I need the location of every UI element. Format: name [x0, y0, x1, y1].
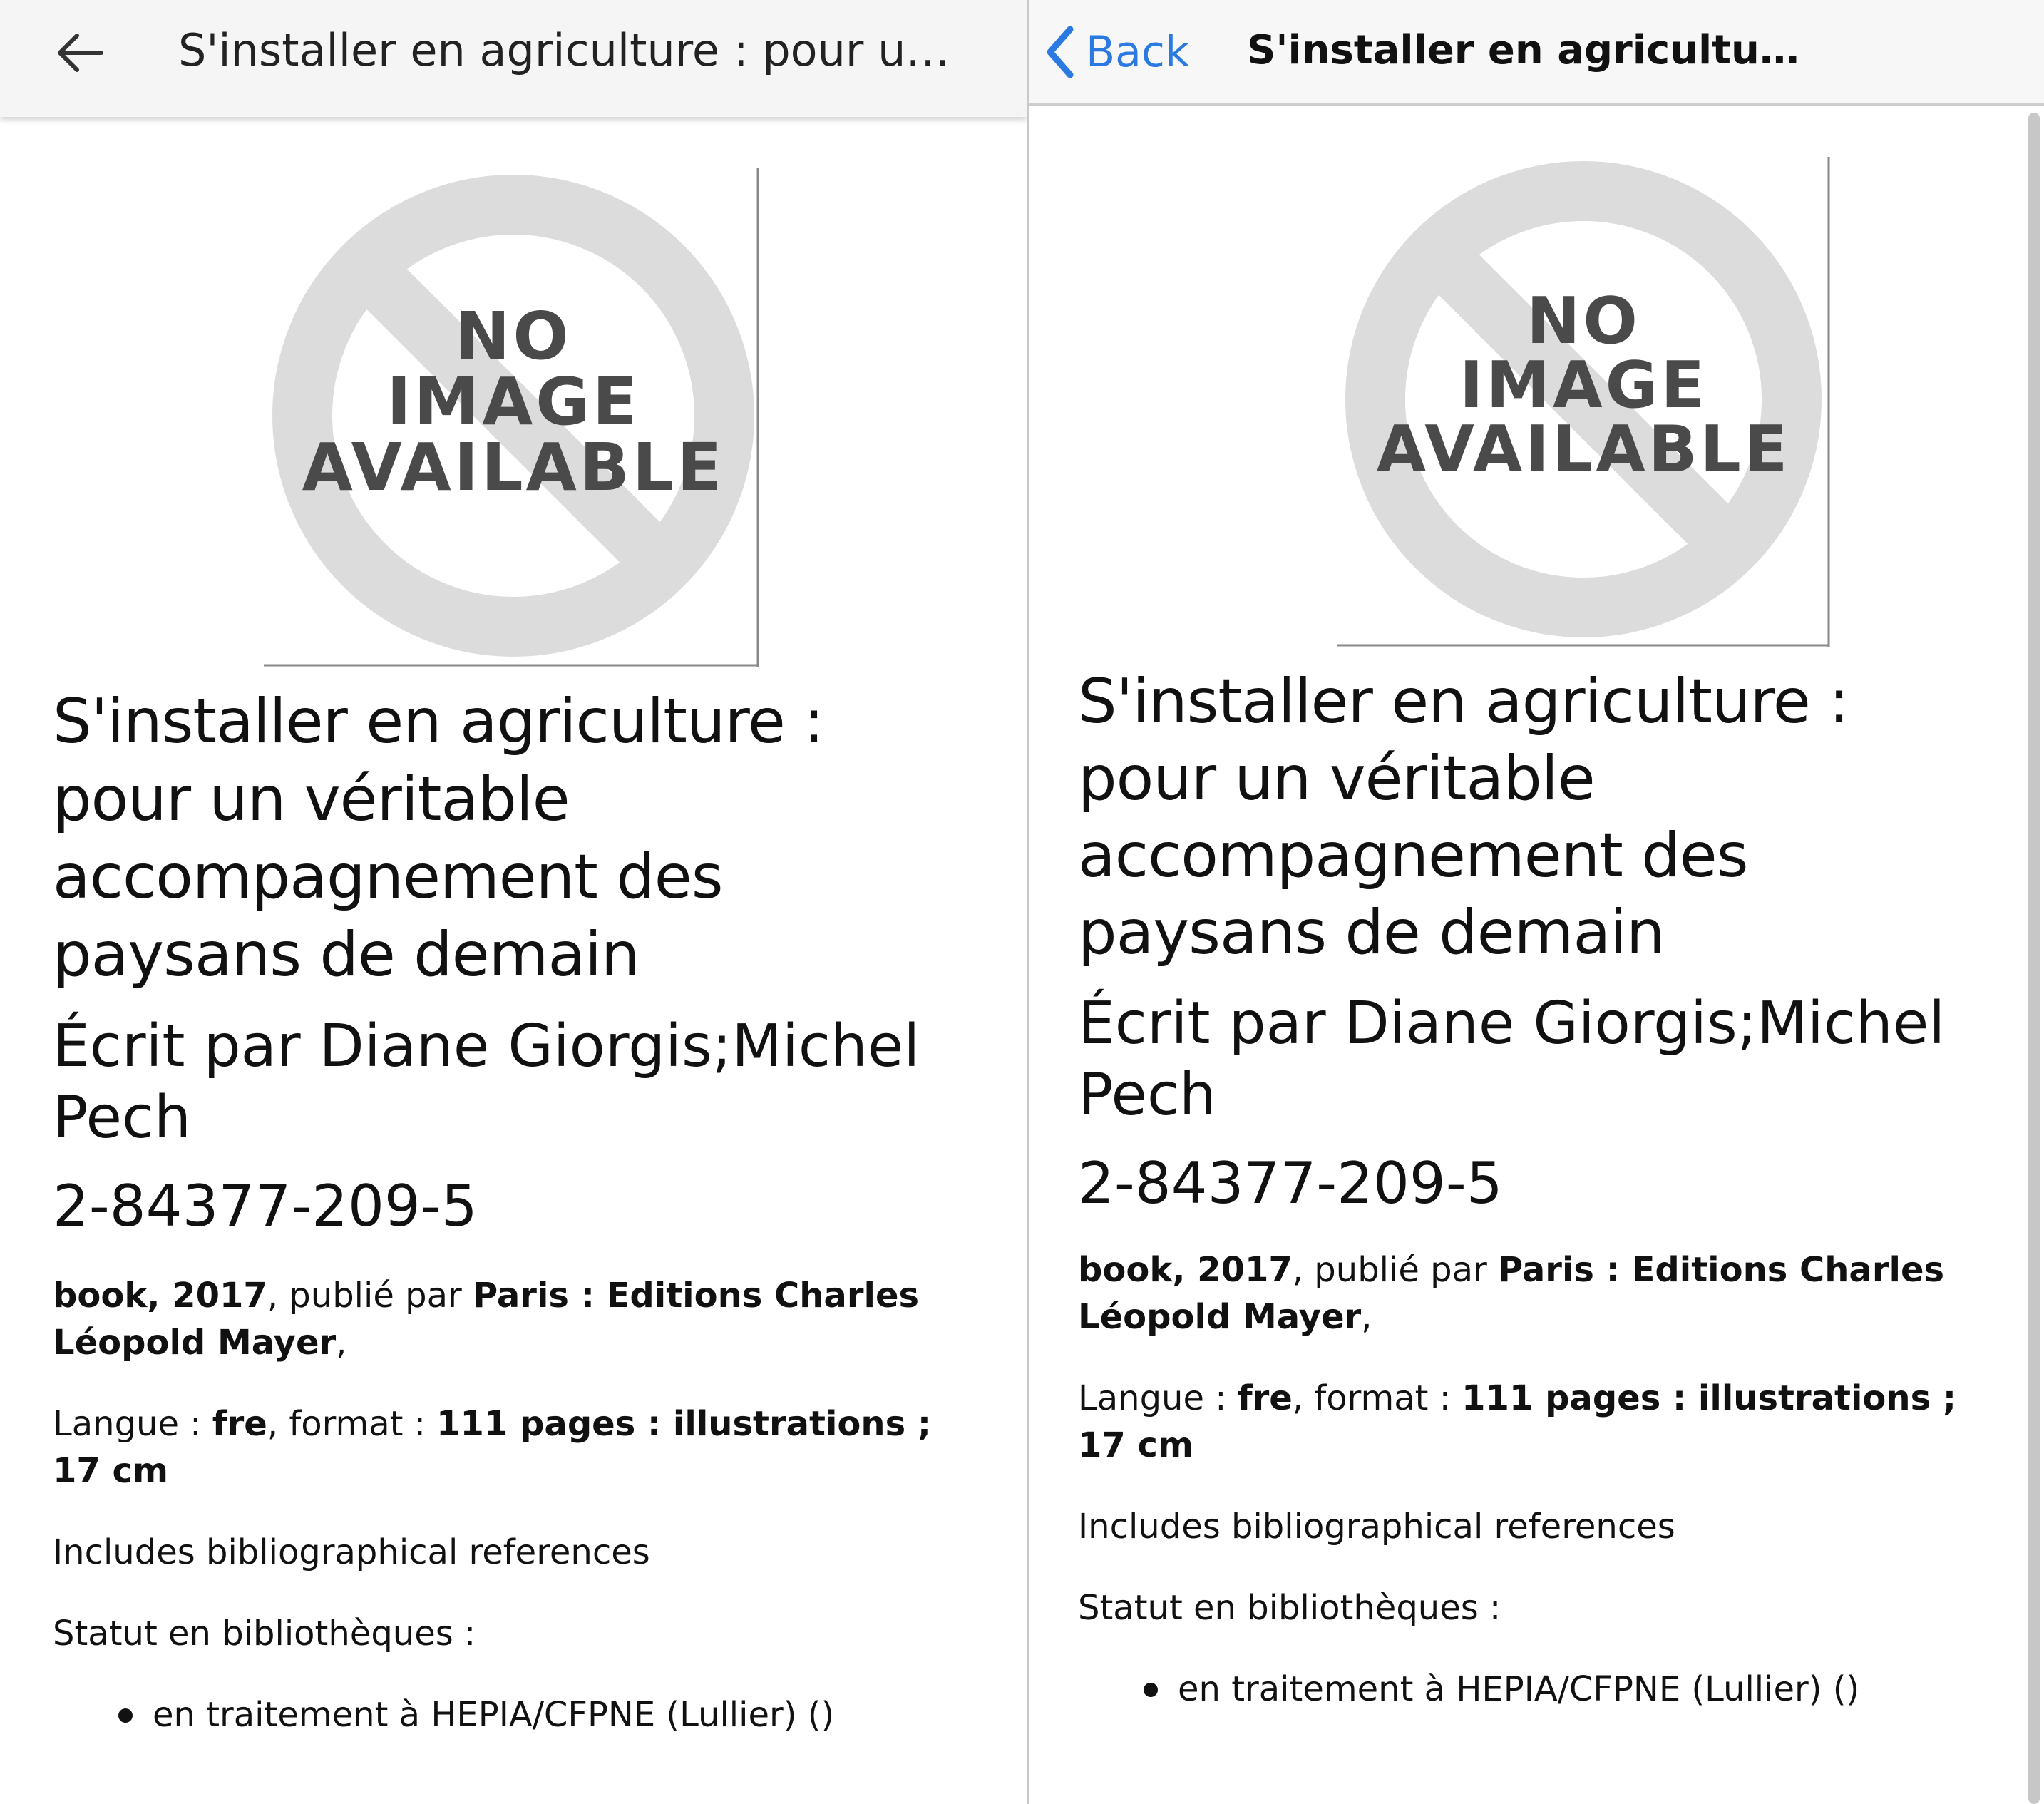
language-value: fre — [212, 1404, 267, 1444]
book-title: S'installer en agriculture : pour un vér… — [53, 686, 824, 990]
publication-info: book, 2017, publié par Paris : Editions … — [1078, 1246, 2005, 1341]
publication-trailing: , — [336, 1323, 347, 1363]
notes: Includes bibliographical references — [1078, 1507, 1675, 1547]
book-author: Écrit par Diane Giorgis;Michel Pech — [1078, 990, 1946, 1129]
chevron-left-icon — [1047, 26, 1074, 78]
no-image-text-no: NO — [1526, 284, 1640, 359]
list-item: en traitement à HEPIA/CFPNE (Lullier) () — [1078, 1666, 2005, 1713]
ios-screen: Back S'installer en agriculture : p... N… — [1029, 0, 2044, 1804]
no-image-text-available: AVAILABLE — [302, 429, 725, 506]
format-label: , format : — [267, 1404, 437, 1444]
bullet-icon — [118, 1708, 133, 1723]
language-format: Langue : fre, format : 111 pages : illus… — [1078, 1375, 2005, 1469]
format-label: , format : — [1292, 1378, 1462, 1418]
book-isbn: 2-84377-209-5 — [53, 1173, 478, 1239]
book-detail: NO IMAGE AVAILABLE S'installer en agricu… — [1078, 157, 2005, 1713]
language-value: fre — [1237, 1378, 1293, 1418]
language-label: Langue : — [1078, 1378, 1238, 1418]
publication-info: book, 2017, publié par Paris : Editions … — [53, 1272, 972, 1366]
published-by-label: , publié par — [267, 1276, 473, 1316]
app-bar-title: S'installer en agriculture : pour un ... — [178, 24, 970, 76]
back-button[interactable]: Back — [1043, 20, 1190, 84]
app-bar: S'installer en agriculture : pour un ... — [0, 0, 1027, 117]
status-item-text: en traitement à HEPIA/CFPNE (Lullier) () — [153, 1695, 835, 1735]
library-status-label: Statut en bibliothèques : — [53, 1614, 476, 1654]
notes: Includes bibliographical references — [53, 1532, 650, 1572]
type-year: book, 2017 — [1078, 1250, 1293, 1290]
navigation-title: S'installer en agriculture : p... — [1247, 27, 1817, 73]
list-item: en traitement à HEPIA/CFPNE (Lullier) () — [53, 1691, 972, 1738]
language-label: Langue : — [53, 1404, 212, 1444]
android-screen: S'installer en agriculture : pour un ...… — [0, 0, 1027, 1804]
no-image-text-available: AVAILABLE — [1376, 412, 1791, 487]
back-label: Back — [1086, 27, 1190, 77]
no-image-placeholder: NO IMAGE AVAILABLE — [1337, 157, 1830, 647]
scrollbar[interactable] — [2028, 113, 2040, 1804]
book-title: S'installer en agriculture : pour un vér… — [1078, 666, 1849, 968]
arrow-back-icon[interactable] — [51, 24, 108, 81]
library-status-list: en traitement à HEPIA/CFPNE (Lullier) () — [1078, 1666, 2005, 1713]
no-image-text-image: IMAGE — [1459, 348, 1708, 423]
library-status-list: en traitement à HEPIA/CFPNE (Lullier) () — [53, 1691, 972, 1738]
library-status-label: Statut en bibliothèques : — [1078, 1588, 1501, 1628]
navigation-bar: Back S'installer en agriculture : p... — [1029, 0, 2044, 106]
no-image-text-image: IMAGE — [386, 364, 640, 440]
no-image-text-no: NO — [455, 298, 572, 374]
bullet-icon — [1144, 1683, 1158, 1697]
book-isbn: 2-84377-209-5 — [1078, 1150, 1503, 1216]
book-detail: NO IMAGE AVAILABLE S'installer en agricu… — [53, 168, 972, 1738]
book-author: Écrit par Diane Giorgis;Michel Pech — [53, 1013, 920, 1152]
publication-trailing: , — [1361, 1297, 1372, 1337]
type-year: book, 2017 — [53, 1276, 267, 1316]
no-image-placeholder: NO IMAGE AVAILABLE — [264, 168, 763, 667]
status-item-text: en traitement à HEPIA/CFPNE (Lullier) () — [1178, 1669, 1860, 1709]
language-format: Langue : fre, format : 111 pages : illus… — [53, 1400, 972, 1495]
published-by-label: , publié par — [1292, 1250, 1498, 1290]
